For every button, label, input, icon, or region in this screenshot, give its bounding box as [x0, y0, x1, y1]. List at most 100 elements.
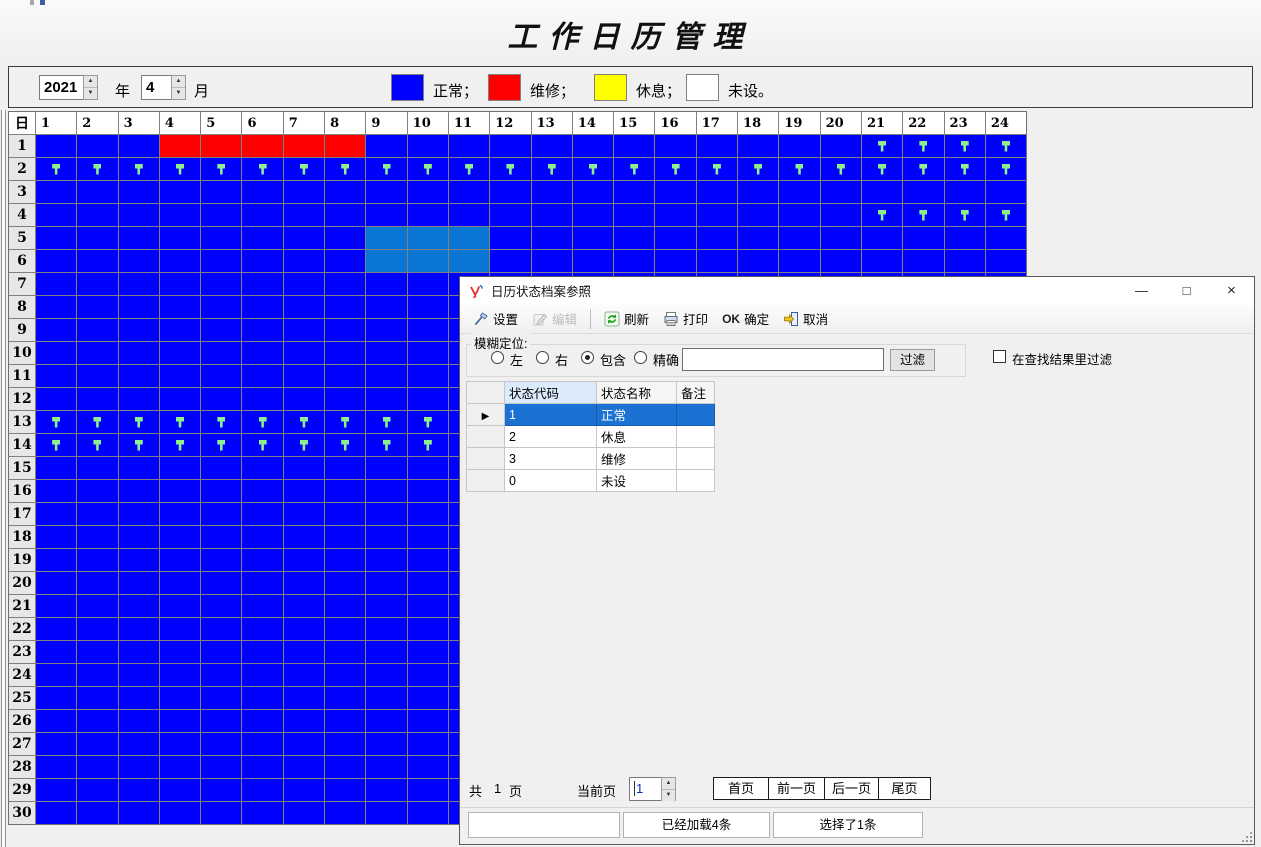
calendar-cell[interactable]	[201, 664, 241, 686]
calendar-cell[interactable]	[36, 503, 76, 525]
calendar-cell[interactable]	[201, 779, 241, 801]
calendar-cell[interactable]	[573, 250, 613, 272]
year-stepper[interactable]: 2021 ▲ ▼	[39, 75, 98, 100]
calendar-cell[interactable]	[284, 480, 324, 502]
calendar-cell[interactable]	[242, 480, 282, 502]
calendar-cell[interactable]	[160, 342, 200, 364]
calendar-cell[interactable]	[366, 158, 406, 180]
calendar-cell[interactable]	[532, 181, 572, 203]
calendar-cell[interactable]	[36, 572, 76, 594]
calendar-cell[interactable]	[36, 250, 76, 272]
calendar-cell[interactable]	[325, 664, 365, 686]
calendar-cell[interactable]	[449, 204, 489, 226]
calendar-cell[interactable]	[408, 687, 448, 709]
calendar-cell[interactable]	[119, 503, 159, 525]
calendar-cell[interactable]	[119, 158, 159, 180]
dialog-titlebar[interactable]: 日历状态档案参照 — □ ×	[460, 277, 1254, 304]
calendar-cell[interactable]	[201, 618, 241, 640]
year-up-icon[interactable]: ▲	[84, 76, 97, 88]
calendar-cell[interactable]	[77, 227, 117, 249]
calendar-cell[interactable]	[160, 411, 200, 433]
calendar-cell[interactable]	[119, 779, 159, 801]
table-row[interactable]: ▶ 1 正常	[467, 404, 715, 426]
calendar-cell[interactable]	[160, 549, 200, 571]
calendar-cell[interactable]	[408, 595, 448, 617]
calendar-cell[interactable]	[284, 342, 324, 364]
calendar-cell[interactable]	[119, 526, 159, 548]
calendar-cell[interactable]	[77, 411, 117, 433]
calendar-cell[interactable]	[903, 204, 943, 226]
calendar-cell[interactable]	[284, 250, 324, 272]
calendar-cell[interactable]	[408, 250, 448, 272]
calendar-cell[interactable]	[490, 250, 530, 272]
calendar-cell[interactable]	[573, 135, 613, 157]
calendar-cell[interactable]	[242, 641, 282, 663]
calendar-cell[interactable]	[408, 388, 448, 410]
calendar-cell[interactable]	[490, 204, 530, 226]
calendar-cell[interactable]	[201, 296, 241, 318]
calendar-cell[interactable]	[573, 158, 613, 180]
radio-contains-label[interactable]: 包含	[600, 350, 626, 369]
calendar-cell[interactable]	[242, 595, 282, 617]
month-stepper[interactable]: 4 ▲ ▼	[141, 75, 186, 100]
calendar-cell[interactable]	[325, 158, 365, 180]
calendar-cell[interactable]	[284, 365, 324, 387]
month-down-icon[interactable]: ▼	[172, 88, 185, 99]
calendar-cell[interactable]	[242, 756, 282, 778]
calendar-cell[interactable]	[160, 710, 200, 732]
calendar-cell[interactable]	[408, 572, 448, 594]
calendar-cell[interactable]	[284, 595, 324, 617]
calendar-cell[interactable]	[77, 802, 117, 824]
radio-right[interactable]	[536, 351, 549, 364]
calendar-cell[interactable]	[201, 802, 241, 824]
calendar-cell[interactable]	[945, 181, 985, 203]
calendar-cell[interactable]	[986, 227, 1026, 249]
calendar-cell[interactable]	[119, 388, 159, 410]
calendar-cell[interactable]	[945, 227, 985, 249]
calendar-cell[interactable]	[77, 273, 117, 295]
calendar-cell[interactable]	[242, 296, 282, 318]
calendar-cell[interactable]	[408, 434, 448, 456]
calendar-cell[interactable]	[655, 158, 695, 180]
calendar-cell[interactable]	[201, 227, 241, 249]
calendar-cell[interactable]	[945, 204, 985, 226]
calendar-cell[interactable]	[77, 365, 117, 387]
calendar-cell[interactable]	[325, 733, 365, 755]
maximize-button[interactable]: □	[1164, 277, 1209, 304]
calendar-cell[interactable]	[821, 181, 861, 203]
calendar-cell[interactable]	[945, 135, 985, 157]
calendar-cell[interactable]	[77, 319, 117, 341]
calendar-cell[interactable]	[201, 135, 241, 157]
calendar-cell[interactable]	[986, 135, 1026, 157]
calendar-cell[interactable]	[366, 434, 406, 456]
calendar-cell[interactable]	[325, 457, 365, 479]
calendar-cell[interactable]	[160, 388, 200, 410]
calendar-cell[interactable]	[160, 296, 200, 318]
calendar-cell[interactable]	[201, 572, 241, 594]
calendar-cell[interactable]	[36, 664, 76, 686]
calendar-cell[interactable]	[366, 227, 406, 249]
prev-page-button[interactable]: 前一页	[768, 777, 825, 800]
calendar-cell[interactable]	[119, 319, 159, 341]
calendar-cell[interactable]	[325, 227, 365, 249]
calendar-cell[interactable]	[160, 526, 200, 548]
calendar-cell[interactable]	[408, 549, 448, 571]
calendar-cell[interactable]	[986, 181, 1026, 203]
calendar-cell[interactable]	[242, 388, 282, 410]
calendar-cell[interactable]	[36, 342, 76, 364]
calendar-cell[interactable]	[160, 779, 200, 801]
calendar-cell[interactable]	[284, 641, 324, 663]
calendar-cell[interactable]	[945, 158, 985, 180]
calendar-cell[interactable]	[77, 687, 117, 709]
calendar-cell[interactable]	[449, 181, 489, 203]
calendar-cell[interactable]	[697, 250, 737, 272]
calendar-cell[interactable]	[36, 388, 76, 410]
calendar-cell[interactable]	[325, 641, 365, 663]
first-page-button[interactable]: 首页	[713, 777, 769, 800]
calendar-cell[interactable]	[532, 250, 572, 272]
calendar-cell[interactable]	[408, 526, 448, 548]
calendar-cell[interactable]	[160, 181, 200, 203]
calendar-cell[interactable]	[986, 158, 1026, 180]
calendar-cell[interactable]	[77, 733, 117, 755]
calendar-cell[interactable]	[201, 549, 241, 571]
